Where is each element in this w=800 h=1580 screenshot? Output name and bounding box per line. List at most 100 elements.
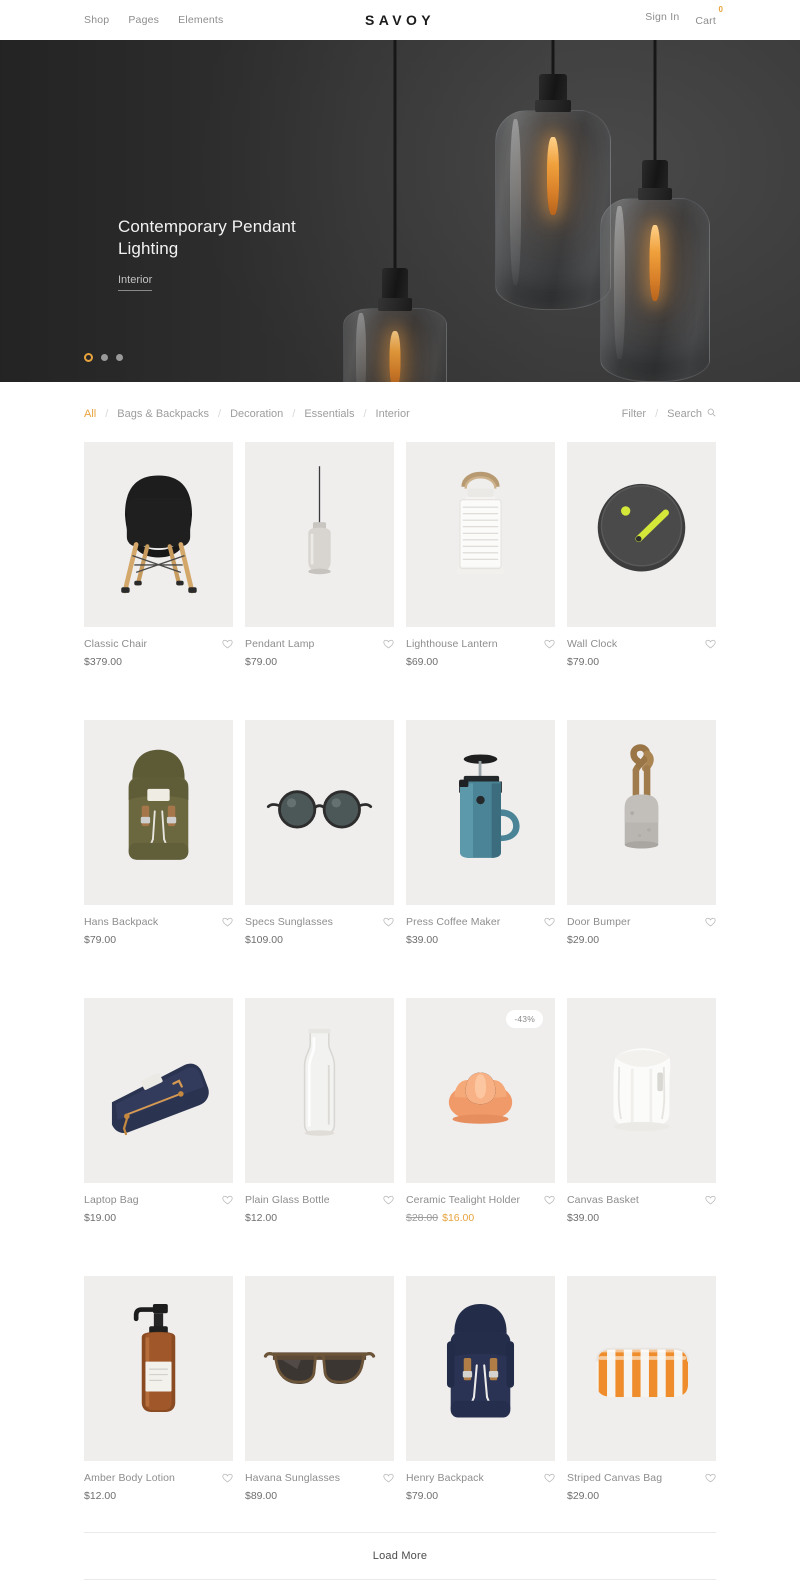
product-name[interactable]: Havana Sunglasses (245, 1472, 340, 1484)
search-icon[interactable] (707, 408, 716, 420)
grid-row-gap (84, 668, 716, 720)
product-name[interactable]: Striped Canvas Bag (567, 1472, 662, 1484)
product-name[interactable]: Laptop Bag (84, 1194, 139, 1206)
hero-carousel[interactable]: Contemporary Pendant Lighting Interior (0, 40, 800, 382)
category-filter-bags-backpacks[interactable]: Bags & Backpacks (117, 408, 209, 420)
sign-in-link[interactable]: Sign In (645, 11, 679, 23)
account-nav: Sign In Cart 0 (645, 5, 723, 29)
product-meta: Laptop Bag $19.00 (84, 1183, 233, 1224)
product-image-press-coffee-maker[interactable] (406, 720, 555, 905)
wishlist-heart-icon[interactable] (544, 917, 555, 927)
category-filter-all[interactable]: All (84, 408, 96, 420)
load-more-button[interactable]: Load More (84, 1532, 716, 1580)
nav-item-pages[interactable]: Pages (128, 14, 159, 26)
product-name[interactable]: Ceramic Tealight Holder (406, 1194, 520, 1206)
product-image-specs-sunglasses[interactable] (245, 720, 394, 905)
wishlist-heart-icon[interactable] (705, 1195, 716, 1205)
product-price-sale: $28.00 $16.00 (406, 1212, 555, 1224)
category-filter-interior[interactable]: Interior (376, 408, 410, 420)
wishlist-heart-icon[interactable] (705, 1473, 716, 1483)
product-meta: Striped Canvas Bag $29.00 (567, 1461, 716, 1502)
wishlist-heart-icon[interactable] (705, 639, 716, 649)
product-price: $379.00 (84, 656, 122, 668)
tool-separator: / (655, 408, 659, 420)
product-name[interactable]: Specs Sunglasses (245, 916, 333, 928)
wishlist-heart-icon[interactable] (222, 1195, 233, 1205)
wishlist-heart-icon[interactable] (222, 917, 233, 927)
product-image-ceramic-tealight-holder[interactable]: -43% (406, 998, 555, 1183)
category-separator: / (105, 408, 109, 420)
product-meta: Press Coffee Maker $39.00 (406, 905, 555, 946)
product-card: Striped Canvas Bag $29.00 (567, 1276, 716, 1502)
product-image-havana-sunglasses[interactable] (245, 1276, 394, 1461)
wishlist-heart-icon[interactable] (544, 1473, 555, 1483)
wishlist-heart-icon[interactable] (544, 639, 555, 649)
backpack-navy-icon (446, 1303, 515, 1418)
category-filter-essentials[interactable]: Essentials (304, 408, 354, 420)
product-image-canvas-basket[interactable] (567, 998, 716, 1183)
product-image-door-bumper[interactable] (567, 720, 716, 905)
filter-button[interactable]: Filter (622, 408, 646, 420)
product-name[interactable]: Classic Chair (84, 638, 147, 650)
carousel-dot-1[interactable] (84, 353, 93, 362)
product-image-classic-chair[interactable] (84, 442, 233, 627)
lantern-icon (457, 471, 504, 575)
product-name[interactable]: Plain Glass Bottle (245, 1194, 330, 1206)
wishlist-heart-icon[interactable] (383, 1195, 394, 1205)
product-name[interactable]: Lighthouse Lantern (406, 638, 498, 650)
nav-item-elements[interactable]: Elements (178, 14, 223, 26)
product-name[interactable]: Door Bumper (567, 916, 631, 928)
product-price: $69.00 (406, 656, 439, 668)
cart-link[interactable]: Cart 0 (695, 5, 723, 29)
wishlist-heart-icon[interactable] (222, 639, 233, 649)
product-image-striped-canvas-bag[interactable] (567, 1276, 716, 1461)
category-separator: / (363, 408, 367, 420)
category-filter-decoration[interactable]: Decoration (230, 408, 283, 420)
product-price: $79.00 (245, 656, 278, 668)
hero-category-link[interactable]: Interior (118, 274, 153, 291)
product-price: $79.00 (406, 1490, 439, 1502)
product-name[interactable]: Hans Backpack (84, 916, 158, 928)
product-image-lighthouse-lantern[interactable] (406, 442, 555, 627)
carousel-dot-2[interactable] (101, 354, 108, 361)
product-image-henry-backpack[interactable] (406, 1276, 555, 1461)
product-image-wall-clock[interactable] (567, 442, 716, 627)
carousel-dot-3[interactable] (116, 354, 123, 361)
product-name[interactable]: Pendant Lamp (245, 638, 315, 650)
product-image-pendant-lamp[interactable] (245, 442, 394, 627)
chair-icon (121, 475, 197, 594)
wishlist-heart-icon[interactable] (383, 1473, 394, 1483)
product-image-laptop-bag[interactable] (84, 998, 233, 1183)
category-separator: / (218, 408, 222, 420)
product-name[interactable]: Henry Backpack (406, 1472, 484, 1484)
load-more-section: Load More (0, 1532, 800, 1580)
wishlist-heart-icon[interactable] (544, 1195, 555, 1205)
search-button[interactable]: Search (667, 408, 702, 420)
wishlist-heart-icon[interactable] (705, 917, 716, 927)
product-card: Lighthouse Lantern $69.00 (406, 442, 555, 668)
product-old-price: $28.00 (406, 1212, 439, 1224)
product-image-hans-backpack[interactable] (84, 720, 233, 905)
product-price: $12.00 (245, 1212, 278, 1224)
product-image-plain-glass-bottle[interactable] (245, 998, 394, 1183)
wishlist-heart-icon[interactable] (222, 1473, 233, 1483)
product-price: $39.00 (567, 1212, 600, 1224)
primary-nav: Shop Pages Elements (84, 14, 223, 26)
press-coffee-maker-icon (459, 754, 520, 858)
wishlist-heart-icon[interactable] (383, 917, 394, 927)
wishlist-heart-icon[interactable] (383, 639, 394, 649)
product-meta: Canvas Basket $39.00 (567, 1183, 716, 1224)
product-image-amber-body-lotion[interactable] (84, 1276, 233, 1461)
product-meta: Havana Sunglasses $89.00 (245, 1461, 394, 1502)
glass-bottle-icon (303, 1028, 336, 1136)
nav-item-shop[interactable]: Shop (84, 14, 109, 26)
product-meta: Hans Backpack $79.00 (84, 905, 233, 946)
pendant-lamp-icon (308, 466, 331, 575)
product-name[interactable]: Canvas Basket (567, 1194, 639, 1206)
striped-canvas-bag-icon (595, 1347, 689, 1398)
product-name[interactable]: Press Coffee Maker (406, 916, 500, 928)
product-name[interactable]: Amber Body Lotion (84, 1472, 175, 1484)
canvas-basket-icon (613, 1048, 671, 1132)
product-card: Laptop Bag $19.00 (84, 998, 233, 1224)
product-name[interactable]: Wall Clock (567, 638, 617, 650)
